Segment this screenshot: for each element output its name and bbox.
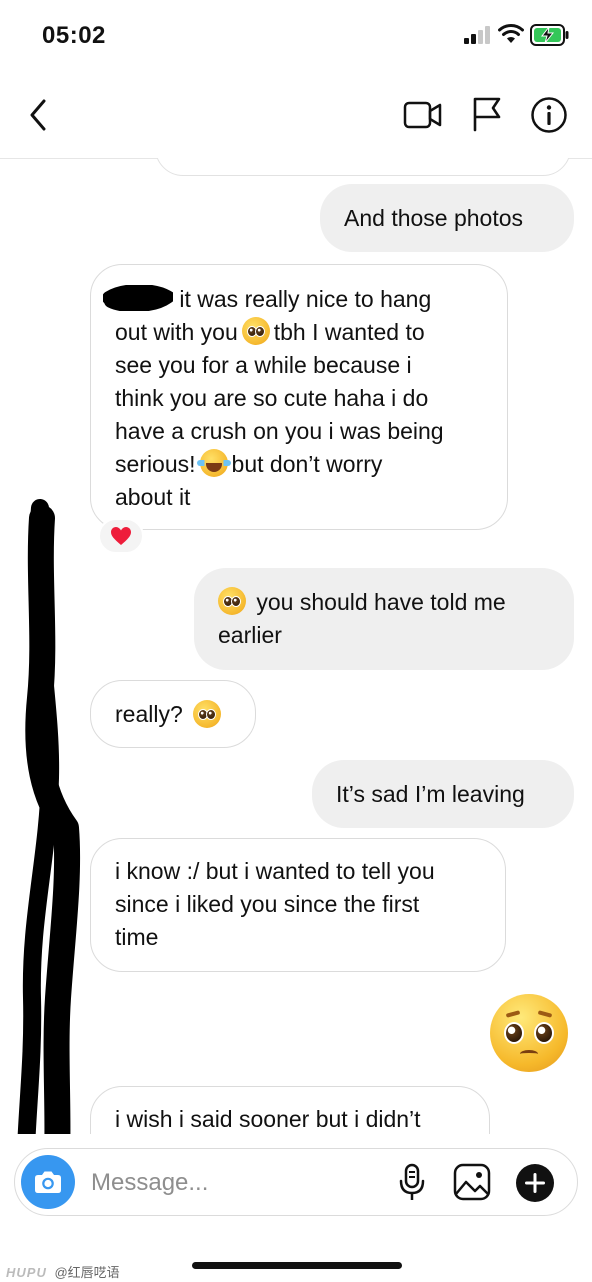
heart-icon: [111, 527, 131, 545]
outgoing-message[interactable]: And those photos: [320, 184, 574, 252]
pleading-face-emoji: [241, 317, 270, 345]
message-thread[interactable]: And those photos it was really nice to h…: [0, 158, 592, 1134]
watermark-brand: HUPU: [6, 1265, 47, 1280]
emoji-brow: [537, 1010, 553, 1018]
message-line: since i liked you since the first: [115, 891, 420, 917]
message-line: it was really nice to hang: [102, 283, 483, 316]
watermark: HUPU @红唇呓语: [6, 1262, 120, 1281]
wifi-icon: [498, 24, 524, 43]
incoming-message[interactable]: i wish i said sooner but i didn’t: [90, 1086, 490, 1134]
message-line: out with you tbh I wanted to: [115, 317, 425, 345]
message-text: really?: [115, 700, 183, 727]
message-line: you should have told me: [218, 586, 550, 619]
incoming-message[interactable]: really?: [90, 680, 256, 748]
chat-header: [0, 72, 592, 159]
heart-reaction[interactable]: [98, 518, 144, 554]
message-line: serious! but don’t worry: [115, 449, 383, 477]
gallery-image-icon[interactable]: [453, 1163, 491, 1201]
add-button[interactable]: [515, 1163, 555, 1203]
message-text: And those photos: [344, 204, 524, 231]
flag-icon[interactable]: [470, 96, 504, 132]
message-line: about it: [115, 484, 191, 510]
home-indicator[interactable]: [192, 1262, 402, 1269]
emoji-eye: [504, 1022, 524, 1044]
info-icon[interactable]: [530, 96, 568, 134]
message-line: i know :/ but i wanted to tell you: [115, 858, 435, 884]
message-line: i wish i said sooner but i didn’t: [115, 1106, 421, 1132]
message-line: see you for a while because i: [115, 352, 412, 378]
pleading-face-emoji: [218, 587, 246, 615]
status-time: 05:02: [42, 22, 106, 49]
incoming-message[interactable]: it was really nice to hang out with you t…: [90, 264, 508, 530]
redacted-name-mark: [102, 284, 180, 313]
previous-message-bubble[interactable]: [155, 158, 571, 176]
tears-of-joy-emoji: [196, 449, 231, 477]
message-line: time: [115, 924, 159, 950]
message-composer: [14, 1148, 578, 1216]
emoji-eye: [534, 1022, 554, 1044]
watermark-handle: @红唇呓语: [54, 1265, 120, 1280]
message-line: think you are so cute haha i do: [115, 385, 429, 411]
microphone-icon[interactable]: [397, 1163, 427, 1203]
cellular-signal-icon: [464, 26, 490, 44]
outgoing-message[interactable]: you should have told me earlier: [194, 568, 574, 670]
message-input[interactable]: [89, 1163, 383, 1203]
pleading-face-emoji: [192, 700, 221, 728]
emoji-brow: [505, 1010, 521, 1018]
redaction-scribble: [17, 499, 81, 1134]
message-line: earlier: [218, 622, 282, 648]
video-call-icon[interactable]: [403, 100, 443, 130]
pleading-face-emoji-large[interactable]: pleading-face: [490, 994, 568, 1072]
incoming-message[interactable]: i know :/ but i wanted to tell you since…: [90, 838, 506, 972]
outgoing-message[interactable]: It’s sad I’m leaving: [312, 760, 574, 828]
redacted-contact-name[interactable]: [36, 76, 306, 146]
emoji-mouth: [520, 1050, 538, 1058]
battery-charging-icon: [530, 24, 569, 46]
camera-icon: [35, 1171, 61, 1193]
message-line: have a crush on you i was being: [115, 418, 444, 444]
status-bar: 05:02: [0, 0, 592, 72]
camera-button[interactable]: [21, 1155, 75, 1209]
message-text: It’s sad I’m leaving: [336, 780, 525, 807]
